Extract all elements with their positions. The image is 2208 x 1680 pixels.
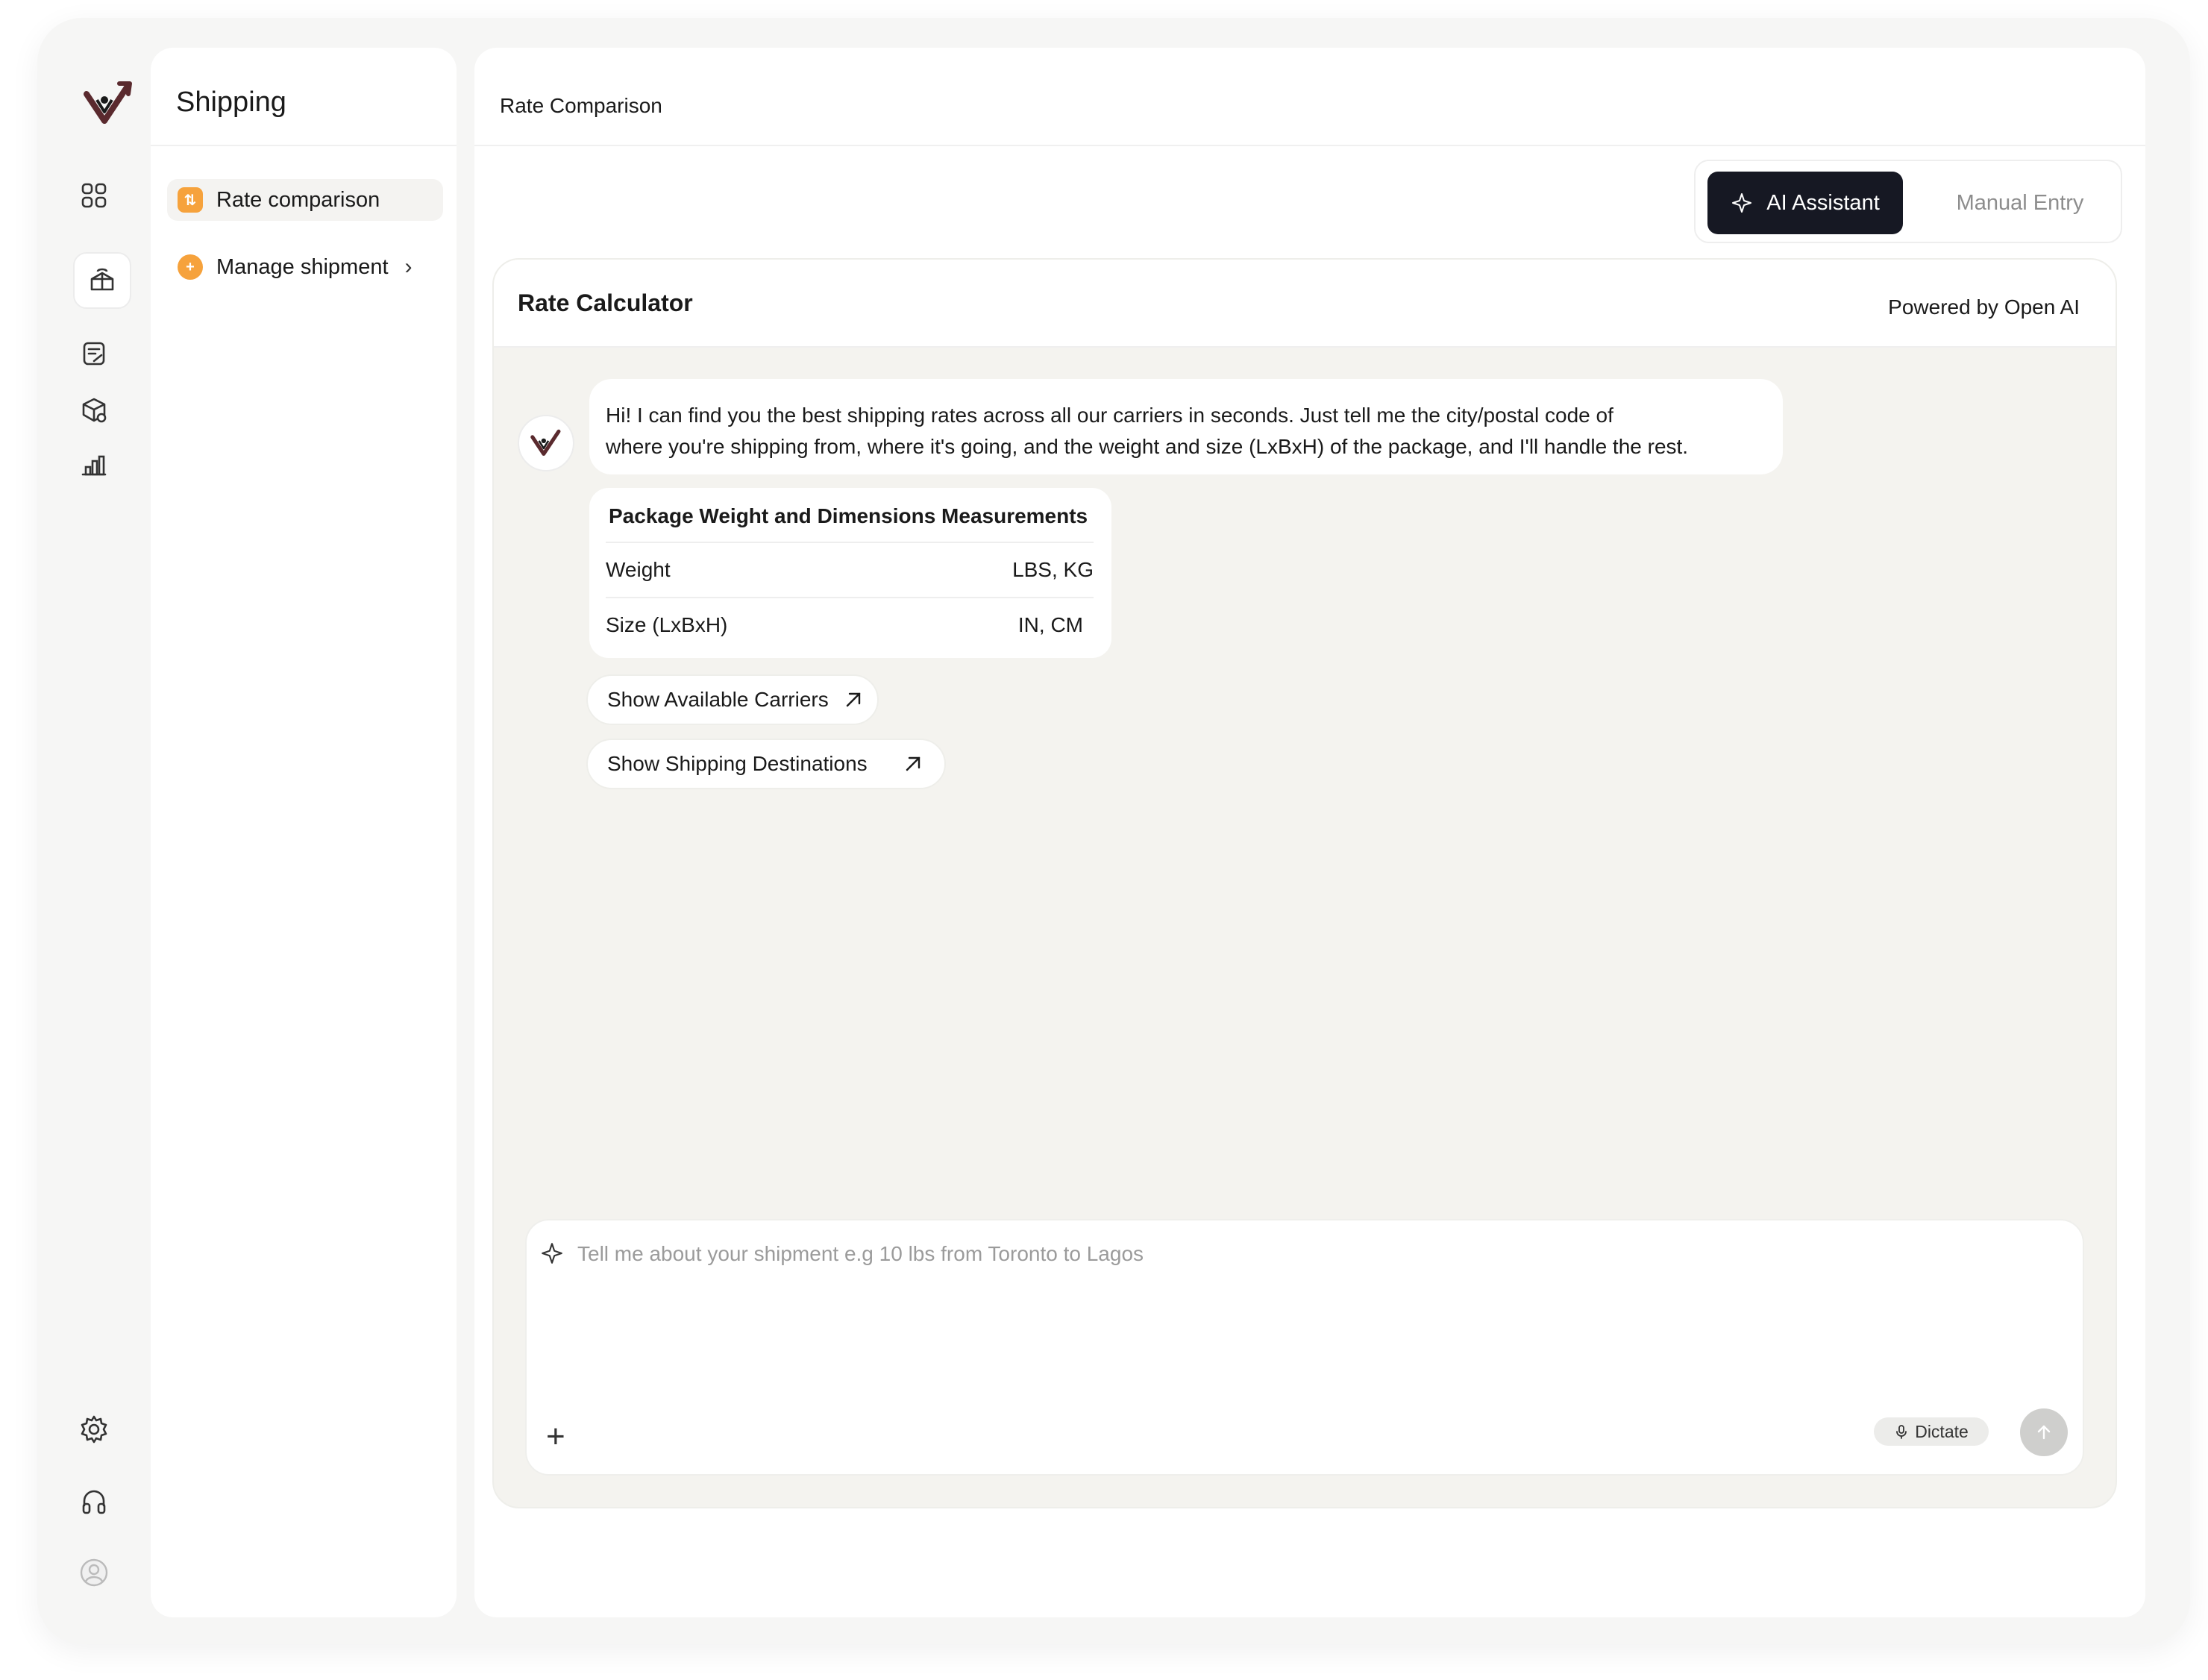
send-button[interactable] xyxy=(2020,1408,2068,1456)
shipping-nav-panel: Shipping ⇅ Rate comparison + Manage ship… xyxy=(151,48,457,1617)
measurement-units: IN, CM xyxy=(1017,613,1083,636)
measurements-title: Package Weight and Dimensions Measuremen… xyxy=(609,504,1088,527)
grid-icon[interactable] xyxy=(72,173,116,218)
measurement-units: LBS, KG xyxy=(1012,558,1094,581)
sparkle-icon xyxy=(1732,193,1752,213)
chip-label: Show Available Carriers xyxy=(607,688,829,711)
main-panel: Rate Comparison AI Assistant Manual Entr… xyxy=(474,48,2145,1617)
plus-circle-icon: + xyxy=(178,254,203,280)
notes-icon[interactable] xyxy=(72,331,116,376)
arrow-up-icon xyxy=(2037,1425,2051,1440)
analytics-icon[interactable] xyxy=(72,443,116,488)
measurement-row-size: Size (LxBxH) IN, CM xyxy=(606,597,1094,652)
measurement-row-weight: Weight LBS, KG xyxy=(606,542,1094,597)
header-divider xyxy=(474,145,2145,146)
chevron-right-icon: › xyxy=(404,254,413,279)
support-headset-icon[interactable] xyxy=(72,1479,116,1523)
ai-assistant-button[interactable]: AI Assistant xyxy=(1707,172,1903,234)
arrow-up-right-icon xyxy=(906,756,920,771)
add-attachment-icon[interactable]: + xyxy=(546,1420,565,1453)
assistant-message: Hi! I can find you the best shipping rat… xyxy=(589,379,1783,474)
shipping-box-icon[interactable] xyxy=(73,252,131,309)
message-composer: + Dictate xyxy=(525,1219,2084,1476)
measurement-label: Size (LxBxH) xyxy=(606,613,728,636)
icon-rail xyxy=(37,18,149,1644)
user-avatar-icon[interactable] xyxy=(72,1550,116,1595)
nav-item-label: Manage shipment xyxy=(216,254,389,279)
sparkle-icon xyxy=(542,1243,562,1264)
nav-item-rate-comparison[interactable]: ⇅ Rate comparison xyxy=(167,179,443,221)
measurement-label: Weight xyxy=(606,558,671,581)
ai-assistant-label: AI Assistant xyxy=(1766,190,1880,215)
mode-toggle: AI Assistant Manual Entry xyxy=(1694,160,2122,243)
shipment-message-input[interactable] xyxy=(577,1235,1995,1273)
measurements-card: Package Weight and Dimensions Measuremen… xyxy=(589,488,1111,658)
logo-icon xyxy=(530,429,561,456)
microphone-icon xyxy=(1896,1425,1907,1439)
chip-label: Show Shipping Destinations xyxy=(607,752,868,775)
logo-icon[interactable] xyxy=(82,78,134,130)
powered-by-label: Powered by Open AI xyxy=(1888,295,2080,319)
assistant-avatar xyxy=(518,415,574,471)
arrow-up-right-icon xyxy=(846,692,861,707)
message-line: Hi! I can find you the best shipping rat… xyxy=(606,404,1613,427)
rate-comparison-icon: ⇅ xyxy=(178,187,203,213)
dictate-label: Dictate xyxy=(1915,1421,1969,1441)
nav-item-label: Rate comparison xyxy=(216,187,380,212)
nav-item-manage-shipment[interactable]: + Manage shipment › xyxy=(167,246,443,288)
show-shipping-destinations-button[interactable]: Show Shipping Destinations xyxy=(586,739,946,789)
nav-divider xyxy=(151,145,457,146)
show-available-carriers-button[interactable]: Show Available Carriers xyxy=(586,674,879,725)
nav-title: Shipping xyxy=(176,87,286,118)
calculator-title: Rate Calculator xyxy=(518,289,693,316)
breadcrumb: Rate Comparison xyxy=(500,94,662,117)
rate-calculator-card: Rate Calculator Powered by Open AI Hi! I… xyxy=(492,258,2117,1508)
package-icon[interactable] xyxy=(72,388,116,433)
settings-icon[interactable] xyxy=(72,1407,116,1452)
manual-entry-button[interactable]: Manual Entry xyxy=(1934,172,2106,234)
message-line: where you're shipping from, where it's g… xyxy=(606,435,1689,458)
calculator-header: Rate Calculator Powered by Open AI xyxy=(494,260,2116,348)
dictate-button[interactable]: Dictate xyxy=(1874,1417,1989,1446)
